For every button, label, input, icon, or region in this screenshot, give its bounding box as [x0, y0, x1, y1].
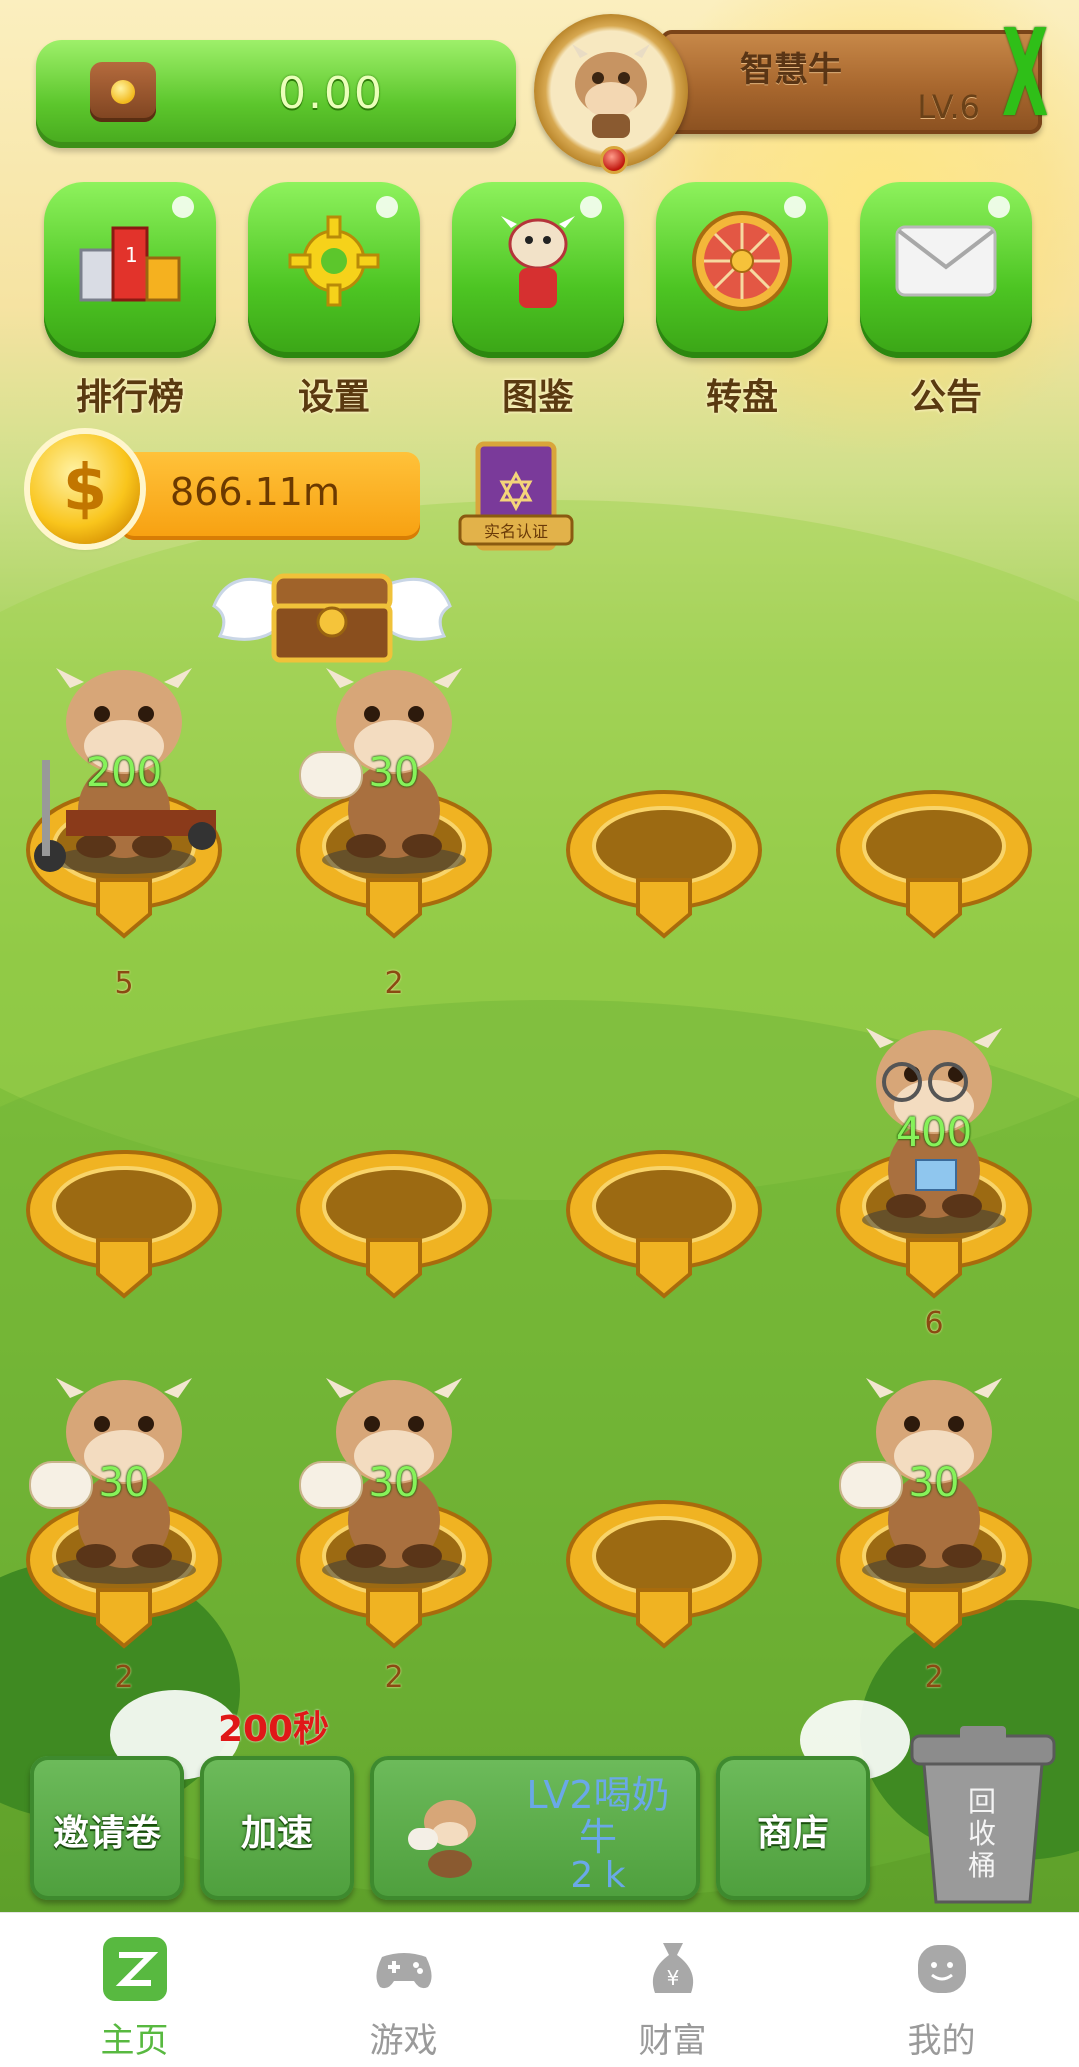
cow-level-label: 2: [924, 1660, 944, 1695]
nav-label-home: 主页: [100, 2021, 169, 2061]
collection-button[interactable]: [452, 182, 624, 358]
menu-label-announcement: 公告: [909, 377, 982, 418]
menu-label-collection: 图鉴: [501, 377, 574, 418]
close-button[interactable]: X: [1002, 15, 1048, 140]
cow-level-label: 2: [114, 1660, 134, 1695]
spellbook-icon: 实名认证: [458, 441, 574, 551]
cow-level-label: 6: [924, 1306, 944, 1341]
game-scene: 0.00 智慧牛 LV.6 X 1 排行榜 设置 图鉴 转盘 公告 866.11…: [0, 0, 1079, 1912]
balance-value: 0.00: [278, 68, 384, 119]
recycle-bin-label: 回收桶: [967, 1785, 996, 1882]
speedup-label: 加速: [240, 1813, 313, 1854]
cow-output-value: 30: [368, 750, 420, 796]
cow-level-label: 2: [384, 1660, 404, 1695]
nav-games[interactable]: 游戏: [269, 1913, 538, 2067]
svg-text:¥: ¥: [666, 1966, 679, 1990]
profile-face-icon: [917, 1945, 966, 1993]
nav-mine[interactable]: 我的: [807, 1913, 1076, 2067]
nav-label-wealth: 财富: [638, 2021, 707, 2061]
coin-value: 866.11m: [170, 470, 340, 514]
money-bag-icon: ¥: [652, 1943, 693, 1993]
invite-label: 邀请卷: [52, 1813, 161, 1854]
grid-slot[interactable]: [566, 1490, 762, 1660]
settings-button[interactable]: [248, 182, 420, 358]
lucky-wheel-button[interactable]: [656, 182, 828, 358]
grid-slot[interactable]: [836, 780, 1032, 950]
buy-cow-name: LV2喝奶牛: [526, 1773, 670, 1859]
grid-slot[interactable]: [296, 1140, 492, 1310]
grid-slot[interactable]: [566, 780, 762, 950]
player-nickname: 智慧牛: [740, 50, 842, 90]
cow-mascot-icon: [483, 206, 593, 316]
trophy-podium-icon: 1: [75, 206, 185, 316]
gamepad-icon: [375, 1953, 432, 1989]
balance-bar[interactable]: 0.00: [36, 40, 516, 148]
grid-slot[interactable]: [566, 1140, 762, 1310]
menu-label-leaderboard: 排行榜: [75, 377, 184, 418]
cow-output-value: 30: [368, 1460, 420, 1506]
envelope-icon: [891, 206, 1001, 316]
coin-balance-bar: 866.11m: [120, 452, 420, 540]
wallet-icon: [90, 62, 156, 122]
certification-button[interactable]: 实名认证: [456, 440, 576, 570]
nav-label-games: 游戏: [369, 2021, 438, 2061]
gear-icon: [279, 206, 389, 316]
cow-output-value: 200: [85, 750, 163, 796]
cow-avatar-icon: [572, 44, 650, 138]
cow-output-value: 30: [98, 1460, 150, 1506]
menu-label-settings: 设置: [297, 377, 370, 418]
leaderboard-button[interactable]: 1: [44, 182, 216, 358]
certification-label: 实名认证: [484, 522, 548, 541]
speedup-button[interactable]: 加速: [200, 1756, 354, 1900]
player-name-board: 智慧牛 LV.6 X: [660, 15, 1048, 135]
cow-level-label: 5: [114, 966, 134, 1001]
speedup-timer: 200秒: [218, 1709, 330, 1750]
menu-label-wheel: 转盘: [705, 377, 778, 418]
announcement-button[interactable]: [860, 182, 1032, 358]
home-z-icon: [102, 1937, 167, 2001]
cow-output-value: 30: [908, 1460, 960, 1506]
nav-label-mine: 我的: [907, 2021, 976, 2061]
dollar-coin-icon: $: [30, 434, 140, 544]
invite-button[interactable]: 邀请卷: [30, 1756, 184, 1900]
winged-treasure-chest-icon: [212, 573, 452, 663]
cow-level-label: 2: [384, 966, 404, 1001]
shop-button[interactable]: 商店: [716, 1756, 870, 1900]
svg-text:1: 1: [125, 243, 138, 267]
bottom-nav: 主页 游戏 ¥ 财富 我的: [0, 1912, 1079, 2067]
cow-output-value: 400: [895, 1110, 973, 1156]
player-level: LV.6: [917, 88, 980, 126]
shop-label: 商店: [756, 1813, 829, 1854]
wheel-icon: [687, 206, 797, 316]
buy-cow-button[interactable]: LV2喝奶牛 2 k: [370, 1756, 700, 1900]
nav-wealth[interactable]: ¥ 财富: [538, 1913, 807, 2067]
buy-cow-price: 2 k: [570, 1855, 626, 1896]
grid-slot[interactable]: [26, 1140, 222, 1310]
player-avatar[interactable]: [534, 14, 688, 174]
winged-chest-button[interactable]: [210, 556, 454, 666]
milk-cow-icon: [408, 1800, 476, 1878]
avatar-gem-icon: [600, 146, 628, 174]
recycle-bin-button[interactable]: 回收桶: [908, 1726, 1058, 1906]
nav-home[interactable]: 主页: [0, 1913, 269, 2067]
